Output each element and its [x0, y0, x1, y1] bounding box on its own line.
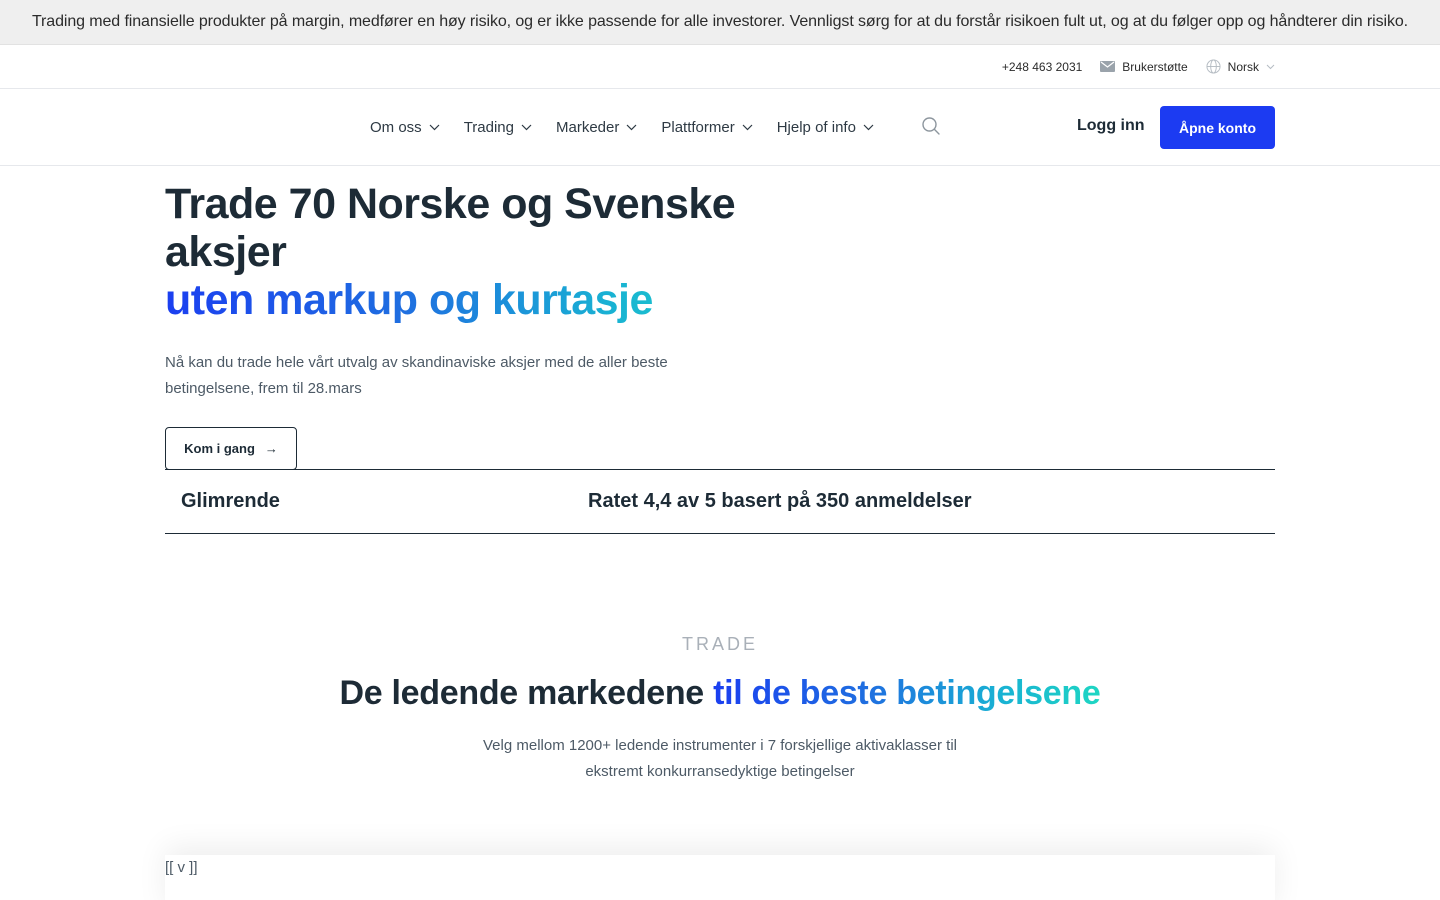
nav-item-label: Trading [463, 118, 514, 136]
section-subtitle-line-1: Velg mellom 1200+ ledende instrumenter i… [483, 737, 957, 754]
chevron-down-icon [1266, 64, 1275, 69]
rating-summary: Ratet 4,4 av 5 basert på 350 anmeldelser [588, 490, 972, 512]
nav-item-trading[interactable]: Trading [464, 119, 532, 136]
hero-title: Trade 70 Norske og Svenske aksjer uten m… [165, 180, 765, 324]
section-title-highlight: til de beste betingelsene [713, 674, 1101, 712]
section-subtitle-line-2: ekstremt konkurransedyktige betingelser [585, 763, 855, 780]
section-title: De ledende markedene til de beste beting… [0, 674, 1440, 713]
chevron-down-icon [742, 124, 753, 130]
hero-title-highlight: uten markup og kurtasje [165, 276, 765, 324]
rating-strip: Glimrende Ratet 4,4 av 5 basert på 350 a… [165, 469, 1275, 534]
section-eyebrow: TRADE [681, 634, 758, 654]
globe-icon [1206, 59, 1221, 74]
hero-title-main: Trade 70 Norske og Svenske aksjer [165, 180, 736, 276]
get-started-button[interactable]: Kom i gang → [165, 427, 297, 470]
chevron-down-icon [863, 124, 874, 130]
nav-item-markeder[interactable]: Markeder [556, 119, 637, 136]
template-placeholder: [[ v ]] [165, 859, 198, 876]
nav-item-plattformer[interactable]: Plattformer [661, 118, 753, 136]
hero-subtitle: Nå kan du trade hele vårt utvalg av skan… [165, 354, 668, 397]
markets-card: [[ v ]] [165, 855, 1275, 900]
nav-item-label: Plattformer [661, 118, 735, 136]
language-selector[interactable]: Norsk [1206, 59, 1275, 74]
support-link[interactable]: Brukerstøtte [1100, 59, 1188, 74]
chevron-down-icon [626, 124, 637, 130]
rating-word: Glimrende [181, 490, 280, 512]
utility-bar: +248 463 2031 Brukerstøtte Norsk [0, 45, 1440, 89]
mail-icon [1100, 61, 1116, 72]
nav-item-om-oss[interactable]: Om oss [370, 119, 440, 136]
main-navigation: Om oss Trading Markeder Plattformer Hjel… [0, 89, 1440, 166]
open-account-button[interactable]: Åpne konto [1160, 106, 1275, 149]
chevron-down-icon [521, 124, 532, 130]
chevron-down-icon [429, 124, 440, 130]
language-label: Norsk [1227, 59, 1259, 74]
nav-item-label: Om oss [370, 118, 422, 136]
nav-item-label: Hjelp of info [776, 118, 856, 136]
risk-warning-banner: Trading med finansielle produkter på mar… [0, 0, 1440, 45]
login-link[interactable]: Logg inn [1077, 117, 1145, 135]
nav-item-hjelp[interactable]: Hjelp of info [777, 119, 874, 136]
arrow-right-icon: → [264, 441, 278, 456]
get-started-label: Kom i gang [184, 441, 255, 456]
nav-item-label: Markeder [556, 118, 620, 136]
nav-menu: Om oss Trading Markeder Plattformer Hjel… [370, 89, 874, 165]
section-subtitle: Velg mellom 1200+ ledende instrumenter i… [0, 733, 1440, 785]
section-title-plain: De ledende markedene [339, 674, 714, 712]
support-label: Brukerstøtte [1122, 59, 1188, 74]
phone-number[interactable]: +248 463 2031 [1002, 60, 1082, 74]
risk-warning-text: Trading med finansielle produkter på mar… [31, 13, 1409, 30]
search-icon[interactable] [921, 116, 941, 136]
